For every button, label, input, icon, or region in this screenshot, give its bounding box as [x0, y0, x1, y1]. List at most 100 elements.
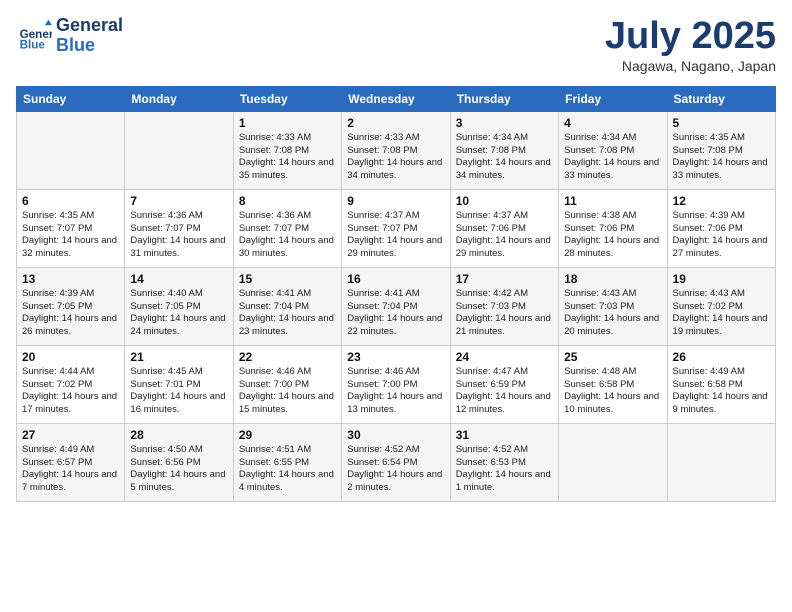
- weekday-header: Friday: [559, 86, 667, 111]
- page-header: General Blue General Blue July 2025 Naga…: [16, 16, 776, 74]
- logo-text: General Blue: [56, 16, 123, 56]
- day-info: Sunrise: 4:41 AM Sunset: 7:04 PM Dayligh…: [239, 288, 336, 339]
- weekday-header: Monday: [125, 86, 233, 111]
- calendar-week-row: 13 Sunrise: 4:39 AM Sunset: 7:05 PM Dayli…: [17, 267, 776, 345]
- calendar-cell: 30 Sunrise: 4:52 AM Sunset: 6:54 PM Dayli…: [342, 423, 450, 501]
- logo: General Blue General Blue: [16, 16, 123, 56]
- calendar-cell: 24 Sunrise: 4:47 AM Sunset: 6:59 PM Dayli…: [450, 345, 558, 423]
- day-info: Sunrise: 4:49 AM Sunset: 6:58 PM Dayligh…: [673, 366, 770, 417]
- calendar-week-row: 1Sunrise: 4:33 AM Sunset: 7:08 PM Daylig…: [17, 111, 776, 189]
- calendar-week-row: 27Sunrise: 4:49 AM Sunset: 6:57 PM Dayli…: [17, 423, 776, 501]
- day-number: 3: [456, 116, 553, 130]
- calendar-cell: 31 Sunrise: 4:52 AM Sunset: 6:53 PM Dayli…: [450, 423, 558, 501]
- day-info: Sunrise: 4:35 AM Sunset: 7:07 PM Dayligh…: [22, 210, 119, 261]
- calendar-cell: 3 Sunrise: 4:34 AM Sunset: 7:08 PM Daylig…: [450, 111, 558, 189]
- calendar-cell: 10 Sunrise: 4:37 AM Sunset: 7:06 PM Dayli…: [450, 189, 558, 267]
- day-info: Sunrise: 4:46 AM Sunset: 7:00 PM Dayligh…: [347, 366, 444, 417]
- day-number: 21: [130, 350, 227, 364]
- calendar-cell: [559, 423, 667, 501]
- day-info: Sunrise: 4:45 AM Sunset: 7:01 PM Dayligh…: [130, 366, 227, 417]
- calendar-cell: 2 Sunrise: 4:33 AM Sunset: 7:08 PM Daylig…: [342, 111, 450, 189]
- calendar-cell: 7Sunrise: 4:36 AM Sunset: 7:07 PM Daylig…: [125, 189, 233, 267]
- weekday-header: Thursday: [450, 86, 558, 111]
- calendar-cell: [125, 111, 233, 189]
- day-number: 23: [347, 350, 444, 364]
- day-info: Sunrise: 4:50 AM Sunset: 6:56 PM Dayligh…: [130, 444, 227, 495]
- day-number: 20: [22, 350, 119, 364]
- day-info: Sunrise: 4:44 AM Sunset: 7:02 PM Dayligh…: [22, 366, 119, 417]
- calendar-cell: 13 Sunrise: 4:39 AM Sunset: 7:05 PM Dayli…: [17, 267, 125, 345]
- day-info: Sunrise: 4:36 AM Sunset: 7:07 PM Dayligh…: [239, 210, 336, 261]
- calendar-cell: 6 Sunrise: 4:35 AM Sunset: 7:07 PM Daylig…: [17, 189, 125, 267]
- day-info: Sunrise: 4:43 AM Sunset: 7:02 PM Dayligh…: [673, 288, 770, 339]
- calendar-cell: 27Sunrise: 4:49 AM Sunset: 6:57 PM Dayli…: [17, 423, 125, 501]
- day-number: 8: [239, 194, 336, 208]
- day-number: 12: [673, 194, 770, 208]
- day-number: 19: [673, 272, 770, 286]
- day-info: Sunrise: 4:37 AM Sunset: 7:06 PM Dayligh…: [456, 210, 553, 261]
- day-info: Sunrise: 4:33 AM Sunset: 7:08 PM Dayligh…: [347, 132, 444, 183]
- day-info: Sunrise: 4:48 AM Sunset: 6:58 PM Dayligh…: [564, 366, 661, 417]
- day-number: 6: [22, 194, 119, 208]
- day-info: Sunrise: 4:51 AM Sunset: 6:55 PM Dayligh…: [239, 444, 336, 495]
- day-number: 26: [673, 350, 770, 364]
- day-info: Sunrise: 4:52 AM Sunset: 6:54 PM Dayligh…: [347, 444, 444, 495]
- day-number: 29: [239, 428, 336, 442]
- title-block: July 2025 Nagawa, Nagano, Japan: [605, 16, 776, 74]
- day-number: 4: [564, 116, 661, 130]
- calendar-cell: 1Sunrise: 4:33 AM Sunset: 7:08 PM Daylig…: [233, 111, 341, 189]
- calendar-week-row: 20 Sunrise: 4:44 AM Sunset: 7:02 PM Dayli…: [17, 345, 776, 423]
- day-info: Sunrise: 4:52 AM Sunset: 6:53 PM Dayligh…: [456, 444, 553, 495]
- calendar-cell: 5 Sunrise: 4:35 AM Sunset: 7:08 PM Daylig…: [667, 111, 775, 189]
- day-number: 10: [456, 194, 553, 208]
- calendar-cell: 9 Sunrise: 4:37 AM Sunset: 7:07 PM Daylig…: [342, 189, 450, 267]
- day-number: 5: [673, 116, 770, 130]
- day-info: Sunrise: 4:36 AM Sunset: 7:07 PM Dayligh…: [130, 210, 227, 261]
- day-info: Sunrise: 4:39 AM Sunset: 7:05 PM Dayligh…: [22, 288, 119, 339]
- calendar-cell: 18 Sunrise: 4:43 AM Sunset: 7:03 PM Dayli…: [559, 267, 667, 345]
- day-info: Sunrise: 4:37 AM Sunset: 7:07 PM Dayligh…: [347, 210, 444, 261]
- calendar-cell: 26 Sunrise: 4:49 AM Sunset: 6:58 PM Dayli…: [667, 345, 775, 423]
- calendar-week-row: 6 Sunrise: 4:35 AM Sunset: 7:07 PM Daylig…: [17, 189, 776, 267]
- day-number: 27: [22, 428, 119, 442]
- day-info: Sunrise: 4:34 AM Sunset: 7:08 PM Dayligh…: [456, 132, 553, 183]
- calendar-cell: 21 Sunrise: 4:45 AM Sunset: 7:01 PM Dayli…: [125, 345, 233, 423]
- calendar-cell: 22 Sunrise: 4:46 AM Sunset: 7:00 PM Dayli…: [233, 345, 341, 423]
- day-number: 25: [564, 350, 661, 364]
- day-number: 9: [347, 194, 444, 208]
- day-number: 14: [130, 272, 227, 286]
- day-number: 22: [239, 350, 336, 364]
- day-number: 18: [564, 272, 661, 286]
- day-number: 15: [239, 272, 336, 286]
- weekday-header: Sunday: [17, 86, 125, 111]
- day-info: Sunrise: 4:43 AM Sunset: 7:03 PM Dayligh…: [564, 288, 661, 339]
- calendar-cell: [17, 111, 125, 189]
- calendar-cell: 20 Sunrise: 4:44 AM Sunset: 7:02 PM Dayli…: [17, 345, 125, 423]
- calendar-cell: 23 Sunrise: 4:46 AM Sunset: 7:00 PM Dayli…: [342, 345, 450, 423]
- day-info: Sunrise: 4:38 AM Sunset: 7:06 PM Dayligh…: [564, 210, 661, 261]
- calendar-table: SundayMondayTuesdayWednesdayThursdayFrid…: [16, 86, 776, 502]
- calendar-cell: 17Sunrise: 4:42 AM Sunset: 7:03 PM Dayli…: [450, 267, 558, 345]
- calendar-cell: 25 Sunrise: 4:48 AM Sunset: 6:58 PM Dayli…: [559, 345, 667, 423]
- day-number: 31: [456, 428, 553, 442]
- day-number: 2: [347, 116, 444, 130]
- day-info: Sunrise: 4:42 AM Sunset: 7:03 PM Dayligh…: [456, 288, 553, 339]
- calendar-cell: 14 Sunrise: 4:40 AM Sunset: 7:05 PM Dayli…: [125, 267, 233, 345]
- day-number: 11: [564, 194, 661, 208]
- svg-text:Blue: Blue: [20, 38, 46, 51]
- day-number: 24: [456, 350, 553, 364]
- day-info: Sunrise: 4:39 AM Sunset: 7:06 PM Dayligh…: [673, 210, 770, 261]
- weekday-header: Tuesday: [233, 86, 341, 111]
- month-title: July 2025: [605, 16, 776, 58]
- logo-icon: General Blue: [16, 18, 52, 54]
- day-info: Sunrise: 4:41 AM Sunset: 7:04 PM Dayligh…: [347, 288, 444, 339]
- day-info: Sunrise: 4:47 AM Sunset: 6:59 PM Dayligh…: [456, 366, 553, 417]
- day-info: Sunrise: 4:34 AM Sunset: 7:08 PM Dayligh…: [564, 132, 661, 183]
- day-info: Sunrise: 4:40 AM Sunset: 7:05 PM Dayligh…: [130, 288, 227, 339]
- day-info: Sunrise: 4:35 AM Sunset: 7:08 PM Dayligh…: [673, 132, 770, 183]
- calendar-cell: [667, 423, 775, 501]
- day-number: 13: [22, 272, 119, 286]
- day-number: 30: [347, 428, 444, 442]
- calendar-body: 1Sunrise: 4:33 AM Sunset: 7:08 PM Daylig…: [17, 111, 776, 501]
- day-info: Sunrise: 4:46 AM Sunset: 7:00 PM Dayligh…: [239, 366, 336, 417]
